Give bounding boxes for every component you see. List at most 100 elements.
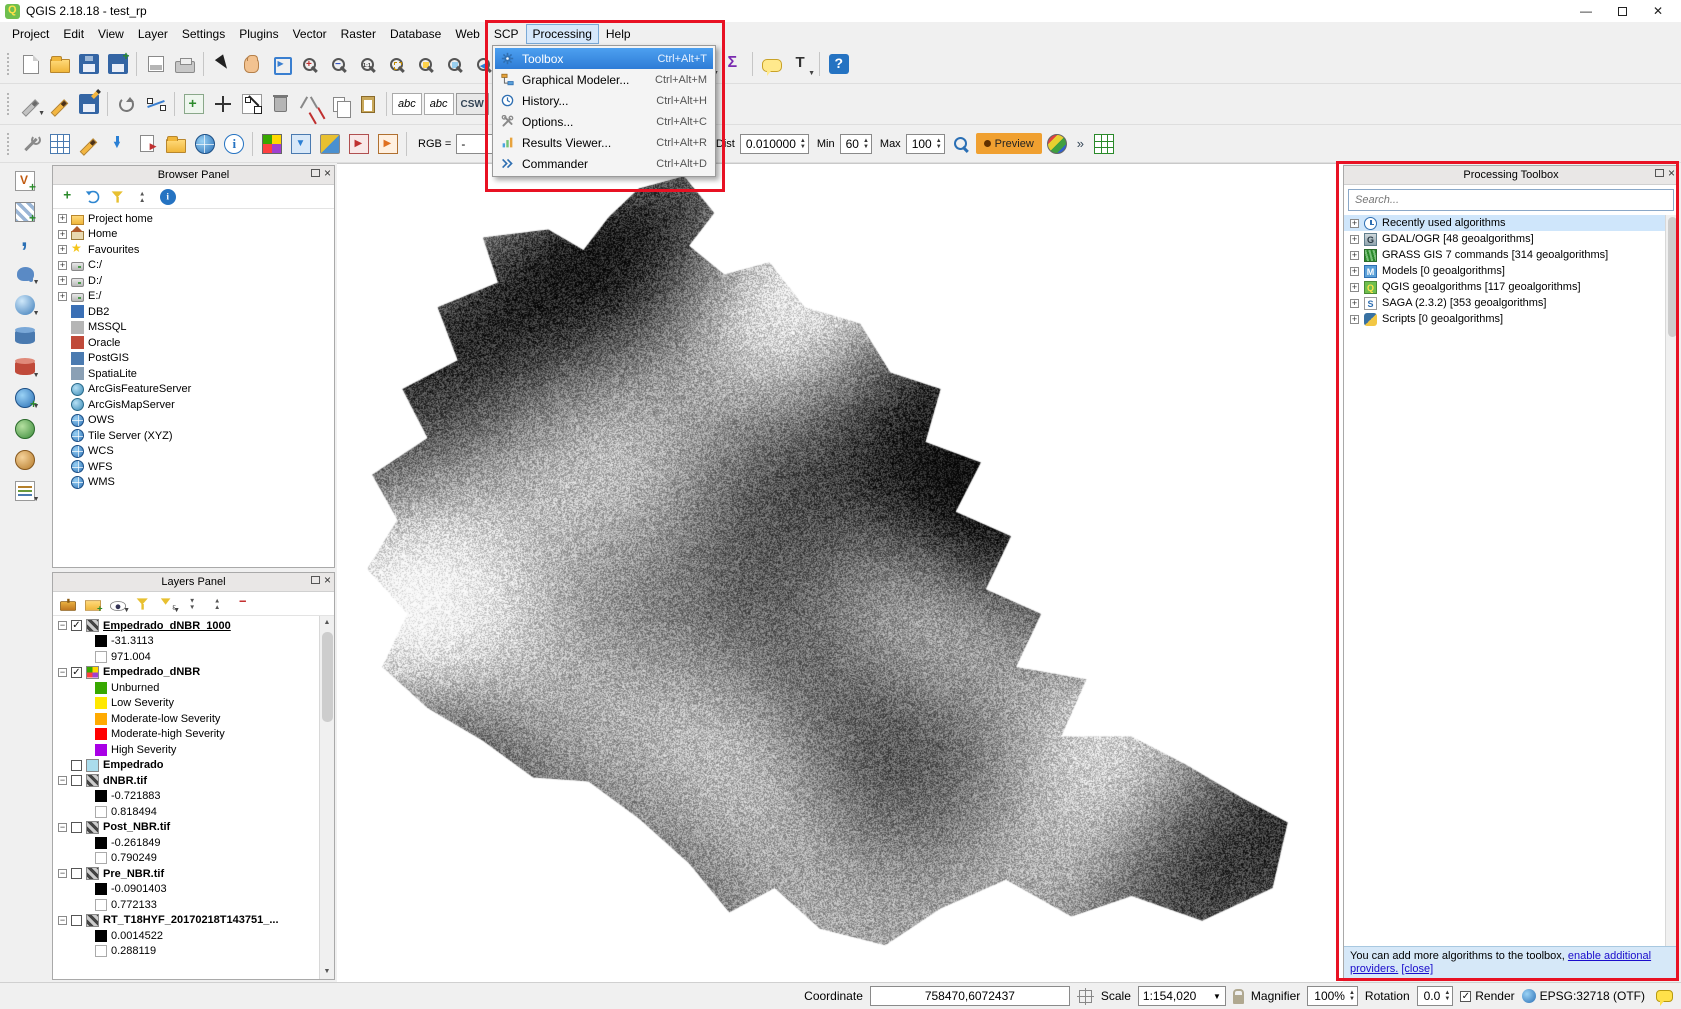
copy-features-button[interactable] bbox=[325, 91, 352, 118]
menu-project[interactable]: Project bbox=[5, 24, 56, 44]
browser-item-arcgismapserver[interactable]: ArcGisMapServer bbox=[53, 397, 334, 413]
collapse-icon[interactable]: − bbox=[58, 869, 67, 878]
close-message-link[interactable]: [close] bbox=[1401, 963, 1433, 975]
node-tool-button[interactable] bbox=[238, 91, 265, 118]
add-wcs-layer-button[interactable] bbox=[12, 415, 39, 442]
cut-features-button[interactable] bbox=[296, 91, 323, 118]
layer-styling-button[interactable] bbox=[57, 593, 79, 615]
expand-icon[interactable]: + bbox=[1350, 235, 1359, 244]
dist-spinbox[interactable]: 0.010000▲▼ bbox=[740, 134, 809, 154]
browser-item-home[interactable]: +Home bbox=[53, 227, 334, 243]
scp-band-set-button[interactable] bbox=[46, 130, 73, 157]
menu-item-graphical-modeler[interactable]: Graphical Modeler...Ctrl+Alt+M bbox=[495, 69, 713, 90]
menu-plugins[interactable]: Plugins bbox=[232, 24, 285, 44]
scp-preview-pointer-button[interactable] bbox=[947, 130, 974, 157]
collapse-icon[interactable]: − bbox=[58, 823, 67, 832]
composer-manager-button[interactable] bbox=[171, 51, 198, 78]
add-feature-button[interactable] bbox=[180, 91, 207, 118]
label-pin-button[interactable]: abc bbox=[424, 93, 454, 115]
toolbox-provider-qgis-geoalgorithms-117-geoalgorithms[interactable]: +QQGIS geoalgorithms [117 geoalgorithms] bbox=[1344, 279, 1678, 295]
labeling-button[interactable]: abc bbox=[392, 93, 422, 115]
zoom-to-selection-button[interactable] bbox=[412, 51, 439, 78]
toolbar-grip[interactable] bbox=[7, 133, 12, 155]
menu-item-options[interactable]: Options...Ctrl+Alt+C bbox=[495, 111, 713, 132]
scp-grid-button[interactable] bbox=[1090, 130, 1117, 157]
new-shapefile-layer-button[interactable]: ▼ bbox=[12, 477, 39, 504]
preview-button[interactable]: Preview bbox=[976, 133, 1042, 154]
collapse-all-button[interactable] bbox=[132, 186, 154, 208]
menu-web[interactable]: Web bbox=[448, 24, 486, 44]
scp-classification-preview-button[interactable] bbox=[258, 130, 285, 157]
browser-item-mssql[interactable]: MSSQL bbox=[53, 320, 334, 336]
browser-item-tile-server-xyz[interactable]: Tile Server (XYZ) bbox=[53, 428, 334, 444]
browser-item-project-home[interactable]: +Project home bbox=[53, 211, 334, 227]
expand-icon[interactable]: + bbox=[1350, 283, 1359, 292]
layer-row-pre-nbr-tif[interactable]: −Pre_NBR.tif bbox=[53, 866, 334, 882]
zoom-native-button[interactable] bbox=[354, 51, 381, 78]
browser-item-wcs[interactable]: WCS bbox=[53, 444, 334, 460]
spin-arrows-icon[interactable]: ▲▼ bbox=[1444, 990, 1450, 1002]
expand-all-button[interactable] bbox=[182, 593, 204, 615]
move-feature-button[interactable] bbox=[209, 91, 236, 118]
menu-item-history[interactable]: History...Ctrl+Alt+H bbox=[495, 90, 713, 111]
checkbox-icon[interactable]: ✓ bbox=[1460, 991, 1471, 1002]
float-panel-icon[interactable] bbox=[1655, 169, 1664, 177]
layer-row-rt-t18hyf-20170218t143751[interactable]: −RT_T18HYF_20170218T143751_... bbox=[53, 913, 334, 929]
toolbox-provider-grass-gis-7-commands-314-geoalgorithms[interactable]: +GRASS GIS 7 commands [314 geoalgorithms… bbox=[1344, 247, 1678, 263]
toolbar-grip[interactable] bbox=[7, 93, 12, 115]
layer-visibility-checkbox[interactable] bbox=[71, 822, 82, 833]
current-edits-button[interactable]: ▼ bbox=[17, 91, 44, 118]
browser-item-wms[interactable]: WMS bbox=[53, 475, 334, 491]
coordinate-input[interactable] bbox=[870, 986, 1070, 1006]
menu-view[interactable]: View bbox=[91, 24, 131, 44]
scp-import-button[interactable] bbox=[345, 130, 372, 157]
layer-row-empedrado-dnbr-1000[interactable]: −✓Empedrado_dNBR_1000 bbox=[53, 618, 334, 634]
menu-raster[interactable]: Raster bbox=[334, 24, 383, 44]
new-project-button[interactable] bbox=[17, 51, 44, 78]
simplify-feature-button[interactable] bbox=[142, 91, 169, 118]
browser-item-c[interactable]: +C:/ bbox=[53, 258, 334, 274]
layer-visibility-checkbox[interactable] bbox=[71, 775, 82, 786]
toolbox-scrollbar[interactable] bbox=[1665, 215, 1678, 946]
properties-widget-button[interactable] bbox=[157, 186, 179, 208]
menu-scp[interactable]: SCP bbox=[487, 24, 526, 44]
menu-item-results-viewer[interactable]: Results Viewer...Ctrl+Alt+R bbox=[495, 132, 713, 153]
expand-icon[interactable]: + bbox=[58, 230, 67, 239]
rotate-feature-button[interactable] bbox=[113, 91, 140, 118]
menu-item-commander[interactable]: CommanderCtrl+Alt+D bbox=[495, 153, 713, 174]
collapse-all-layers-button[interactable] bbox=[207, 593, 229, 615]
layer-row-dnbr-tif[interactable]: −dNBR.tif bbox=[53, 773, 334, 789]
filter-expression-button[interactable]: ▼ bbox=[157, 593, 179, 615]
browser-item-oracle[interactable]: Oracle bbox=[53, 335, 334, 351]
zoom-in-button[interactable] bbox=[296, 51, 323, 78]
expand-icon[interactable]: + bbox=[1350, 219, 1359, 228]
toolbox-provider-models-0-geoalgorithms[interactable]: +MModels [0 geoalgorithms] bbox=[1344, 263, 1678, 279]
add-spatialite-layer-button[interactable]: ▼ bbox=[12, 291, 39, 318]
save-project-as-button[interactable] bbox=[104, 51, 131, 78]
zoom-to-layer-button[interactable] bbox=[441, 51, 468, 78]
magnifier-spinbox[interactable]: 100% ▲▼ bbox=[1307, 986, 1358, 1006]
scp-export-button[interactable] bbox=[133, 130, 160, 157]
max-spinbox[interactable]: 100▲▼ bbox=[906, 134, 945, 154]
add-wms-layer-button[interactable]: ▼ bbox=[12, 384, 39, 411]
expand-icon[interactable]: + bbox=[58, 261, 67, 270]
scp-load-bandset-button[interactable] bbox=[287, 130, 314, 157]
browser-item-favourites[interactable]: +Favourites bbox=[53, 242, 334, 258]
toolbox-provider-scripts-0-geoalgorithms[interactable]: +Scripts [0 geoalgorithms] bbox=[1344, 311, 1678, 327]
text-annotation-button[interactable]: ▼ bbox=[787, 51, 814, 78]
menu-settings[interactable]: Settings bbox=[175, 24, 232, 44]
expand-icon[interactable]: + bbox=[58, 214, 67, 223]
add-delimited-text-button[interactable] bbox=[12, 229, 39, 256]
add-oracle-layer-button[interactable]: ▼ bbox=[12, 353, 39, 380]
browser-item-ows[interactable]: OWS bbox=[53, 413, 334, 429]
scp-plugin-button[interactable] bbox=[316, 130, 343, 157]
help-button[interactable] bbox=[825, 51, 852, 78]
menu-database[interactable]: Database bbox=[383, 24, 448, 44]
expand-icon[interactable]: + bbox=[58, 245, 67, 254]
filter-legend-button[interactable] bbox=[132, 593, 154, 615]
scp-search-server-button[interactable] bbox=[191, 130, 218, 157]
scroll-thumb[interactable] bbox=[1668, 217, 1677, 337]
scp-info-button[interactable] bbox=[220, 130, 247, 157]
spin-arrows-icon[interactable]: ▲▼ bbox=[936, 138, 942, 150]
close-button[interactable]: ✕ bbox=[1640, 1, 1676, 21]
